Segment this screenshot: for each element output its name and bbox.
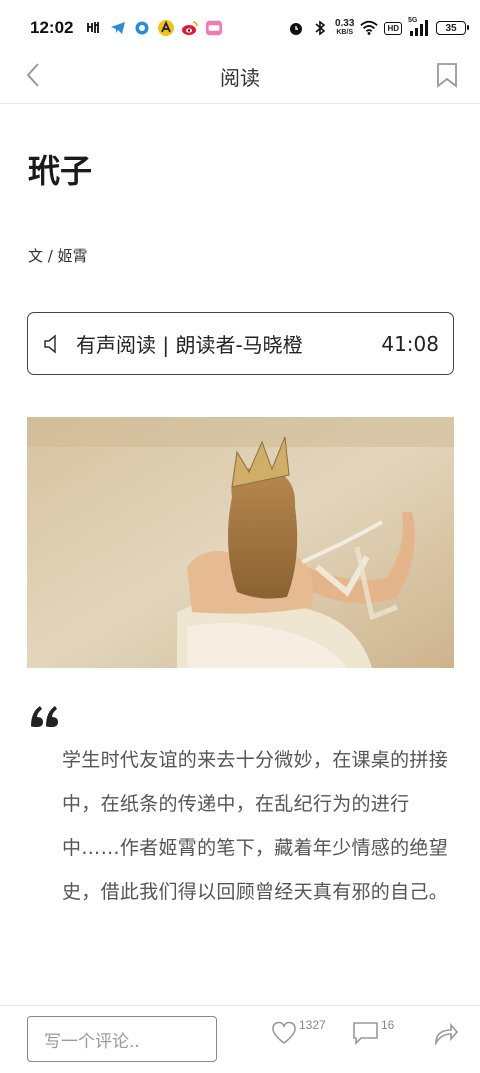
hd-badge: HD [384,21,402,35]
bookmark-icon [437,63,457,88]
quote-icon [28,700,62,730]
page-title: 阅读 [220,66,260,90]
pink-app-icon [205,19,223,37]
telegram-icon [109,19,127,37]
like-button[interactable]: 1327 [270,1018,326,1046]
nav-bar: 阅读 [0,50,480,104]
wifi-icon [360,19,379,37]
article-byline: 文 / 姬霄 [28,247,88,265]
tiktok-icon [85,19,103,37]
article-cover-image [27,417,454,668]
status-time: 12:02 [30,18,74,37]
article-summary: 学生时代友谊的来去十分微妙，在课桌的拼接中，在纸条的传递中，在乱纪行为的进行中…… [62,749,449,903]
comment-count: 16 [381,1018,395,1032]
comment-input[interactable]: 写一个评论.. [27,1016,217,1062]
notification-icons [85,19,223,37]
alarm-icon [287,19,305,37]
yellow-app-icon [157,19,175,37]
like-count: 1327 [299,1018,326,1032]
system-status: 0.33 KB/S HD 5G 35 [287,17,469,37]
share-button[interactable] [432,1020,460,1046]
network-speed: 0.33 KB/S [334,18,355,37]
battery-indicator: 35 [436,21,469,35]
bookmark-button[interactable] [432,60,462,90]
signal-icon: 5G [408,17,430,37]
heart-icon [272,1021,296,1045]
share-icon [435,1022,459,1046]
audio-reading-label: 有声阅读 | 朗读者-马晓橙 [76,333,303,357]
comments-button[interactable]: 16 [352,1018,395,1046]
bottom-bar: 写一个评论.. 1327 16 [0,1005,480,1073]
circle-app-icon [133,19,151,37]
audio-reading-button[interactable]: 有声阅读 | 朗读者-马晓橙 41:08 [27,312,454,375]
comment-icon [353,1022,378,1045]
bluetooth-icon [311,19,329,37]
speaker-icon [42,333,62,354]
status-bar: 12:02 0.33 KB/S HD 5G 35 [0,0,480,56]
audio-duration: 41:08 [381,331,439,356]
article-title: 玳子 [28,152,93,190]
weibo-icon [181,19,199,37]
